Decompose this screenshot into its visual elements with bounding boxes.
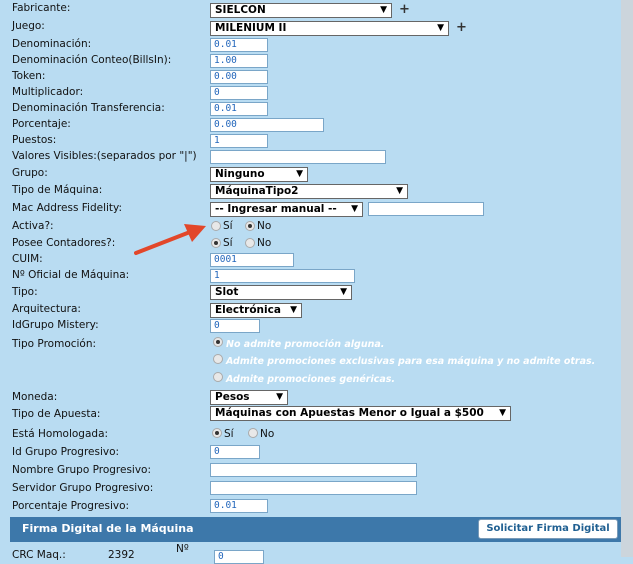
nombre-grupo-progresivo-input[interactable] [210,463,417,477]
activa-no-label: No [257,220,272,232]
right-edge-panel [621,0,633,557]
multiplicador-input[interactable]: 0 [210,86,268,100]
chevron-down-icon: ▼ [351,204,358,214]
mac-address-input[interactable] [368,202,484,216]
num-oficial-input[interactable]: 1 [210,269,355,283]
tipo-apuesta-select[interactable]: Máquinas con Apuestas Menor o Igual a $5… [210,406,511,421]
porcentaje-label: Porcentaje: [12,118,71,130]
crc-value: 2392 [108,549,135,561]
num-label: Nº [176,543,189,555]
contadores-no-radio[interactable] [245,238,255,248]
denom-conteo-input[interactable]: 1.00 [210,54,268,68]
add-juego-icon[interactable]: + [456,20,467,35]
idgrupo-mistery-label: IdGrupo Mistery: [12,319,99,331]
chevron-down-icon: ▼ [499,408,506,418]
promo-none-radio[interactable] [213,337,223,347]
firma-digital-title: Firma Digital de la Máquina [22,522,194,535]
fabricante-select[interactable]: SIELCON ▼ [210,3,392,18]
solicitar-firma-button[interactable]: Solicitar Firma Digital [478,519,618,539]
denom-transferencia-input[interactable]: 0.01 [210,102,268,116]
grupo-select[interactable]: Ninguno ▼ [210,167,308,182]
nombre-grupo-progresivo-label: Nombre Grupo Progresivo: [12,464,152,476]
servidor-grupo-progresivo-label: Servidor Grupo Progresivo: [12,482,154,494]
tipo-apuesta-label: Tipo de Apuesta: [12,408,101,420]
activa-si-label: Sí [223,220,233,232]
contadores-no-label: No [257,237,272,249]
denom-conteo-label: Denominación Conteo(BillsIn): [12,54,172,66]
posee-contadores-label: Posee Contadores?: [12,237,116,249]
cuim-input[interactable]: 0001 [210,253,294,267]
cuim-label: CUIM: [12,253,43,265]
crc-label: CRC Maq.: [12,549,66,561]
multiplicador-label: Multiplicador: [12,86,84,98]
tipo-maquina-label: Tipo de Máquina: [12,184,103,196]
firma-num-input[interactable]: 0 [214,550,264,564]
moneda-select[interactable]: Pesos ▼ [210,390,288,405]
promo-generic-radio[interactable] [213,372,223,382]
promo-exclusive-label: Admite promociones exclusivas para esa m… [226,356,596,367]
valores-visibles-input[interactable] [210,150,386,164]
promo-generic-label: Admite promociones genéricas. [226,374,396,385]
activa-no-radio[interactable] [245,221,255,231]
mac-address-select[interactable]: -- Ingresar manual -- ▼ [210,202,363,217]
promo-exclusive-radio[interactable] [213,354,223,364]
contadores-si-radio[interactable] [211,238,221,248]
servidor-grupo-progresivo-input[interactable] [210,481,417,495]
juego-label: Juego: [12,20,45,32]
mac-address-label: Mac Address Fidelity: [12,202,123,214]
grupo-label: Grupo: [12,167,48,179]
moneda-label: Moneda: [12,391,58,403]
puestos-input[interactable]: 1 [210,134,268,148]
denom-transferencia-label: Denominación Transferencia: [12,102,165,114]
chevron-down-icon: ▼ [290,305,297,315]
firma-digital-header: Firma Digital de la Máquina Solicitar Fi… [10,517,621,542]
homologada-label: Está Homologada: [12,428,109,440]
chevron-down-icon: ▼ [396,186,403,196]
promo-none-label: No admite promoción alguna. [226,339,385,350]
tipo-maquina-select[interactable]: MáquinaTipo2 ▼ [210,184,408,199]
chevron-down-icon: ▼ [276,392,283,402]
tipo-promocion-label: Tipo Promoción: [12,338,97,350]
id-grupo-progresivo-label: Id Grupo Progresivo: [12,446,120,458]
porcentaje-input[interactable]: 0.00 [210,118,324,132]
chevron-down-icon: ▼ [296,169,303,179]
homologada-si-radio[interactable] [212,428,222,438]
tipo-label: Tipo: [12,286,38,298]
idgrupo-mistery-input[interactable]: 0 [210,319,260,333]
chevron-down-icon: ▼ [380,5,387,15]
red-arrow-icon [134,224,206,255]
porcentaje-progresivo-label: Porcentaje Progresivo: [12,500,130,512]
arquitectura-select[interactable]: Electrónica ▼ [210,303,302,318]
porcentaje-progresivo-input[interactable]: 0.01 [210,499,268,513]
arquitectura-label: Arquitectura: [12,303,81,315]
id-grupo-progresivo-input[interactable]: 0 [210,445,260,459]
juego-select[interactable]: MILENIUM II ▼ [210,21,449,36]
denominacion-label: Denominación: [12,38,92,50]
chevron-down-icon: ▼ [437,23,444,33]
puestos-label: Puestos: [12,134,57,146]
denominacion-input[interactable]: 0.01 [210,38,268,52]
fabricante-label: Fabricante: [12,2,71,14]
homologada-no-radio[interactable] [248,428,258,438]
num-oficial-label: Nº Oficial de Máquina: [12,269,130,281]
activa-si-radio[interactable] [211,221,221,231]
valores-visibles-label: Valores Visibles:(separados por "|") [12,150,197,162]
contadores-si-label: Sí [223,237,233,249]
chevron-down-icon: ▼ [340,287,347,297]
token-input[interactable]: 0.00 [210,70,268,84]
homologada-no-label: No [260,428,275,440]
token-label: Token: [12,70,46,82]
homologada-si-label: Sí [224,428,234,440]
activa-label: Activa?: [12,220,54,232]
tipo-select[interactable]: Slot ▼ [210,285,352,300]
add-fabricante-icon[interactable]: + [399,2,410,17]
